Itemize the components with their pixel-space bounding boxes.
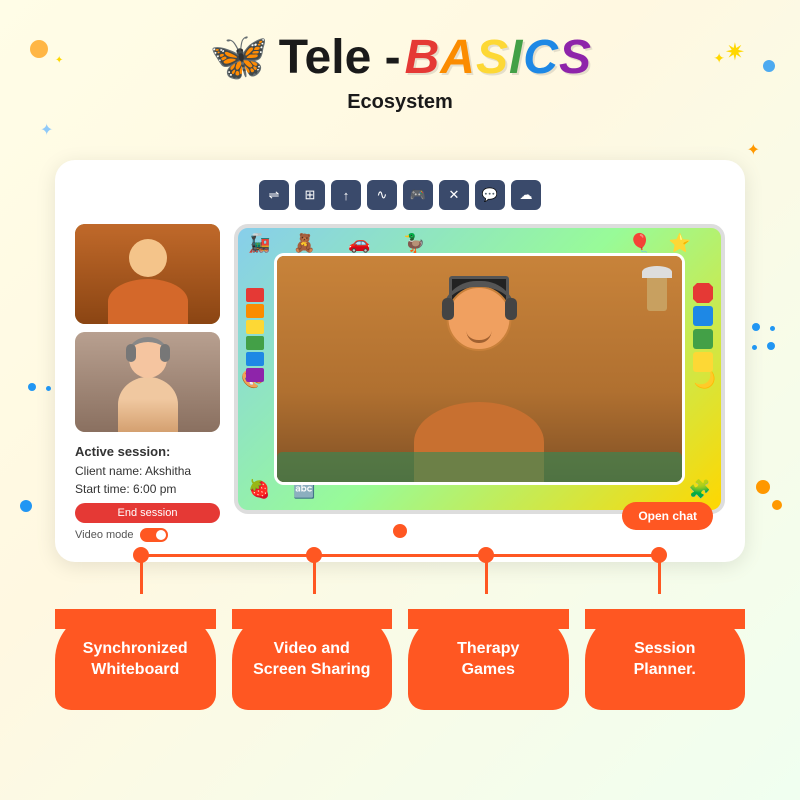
- video-mode-toggle[interactable]: [140, 528, 168, 542]
- letter-b: B: [405, 30, 440, 85]
- puzzle-pieces: [693, 283, 713, 372]
- horizontal-line: [140, 554, 660, 557]
- sun-ray-deco: ✦: [713, 50, 725, 67]
- tool-btn-chart[interactable]: ∿: [367, 180, 397, 210]
- child-thumbnail: [75, 332, 220, 432]
- feature-video[interactable]: Video andScreen Sharing: [232, 610, 393, 710]
- letter-i: I: [509, 30, 522, 85]
- active-session-label: Active session:: [75, 444, 170, 459]
- content-area: Active session: Client name: Akshitha St…: [75, 224, 725, 542]
- end-session-button[interactable]: End session: [75, 503, 220, 523]
- node-4: [651, 547, 667, 563]
- tool-btn-upload[interactable]: ↑: [331, 180, 361, 210]
- video-label: Video andScreen Sharing: [253, 639, 370, 681]
- letter-s1: S: [476, 30, 508, 85]
- toy-moon: 🌙: [694, 369, 716, 390]
- toy-balloon: 🎈: [629, 233, 651, 254]
- rainbow-blocks: [246, 288, 264, 382]
- logo-text: Tele - BASICS: [279, 30, 591, 85]
- feature-games[interactable]: TherapyGames: [408, 610, 569, 710]
- orange-dot-1: [756, 480, 770, 494]
- toy-train: 🚂: [248, 233, 270, 254]
- therapist-video-preview: [75, 224, 220, 324]
- toys-border: 🚂 🧸 🚗 🦆 ⭐ 🎈 🍓 🔤 🧩 🌙 🎨: [234, 224, 725, 514]
- planner-label: SessionPlanner.: [634, 639, 696, 681]
- toy-star: ⭐: [669, 233, 691, 254]
- blue-dots-left: [25, 380, 54, 399]
- tele-text: Tele -: [279, 30, 401, 85]
- blue-dot-left: [20, 500, 32, 512]
- vline-2: [313, 562, 316, 594]
- letter-a: A: [440, 30, 475, 85]
- tool-btn-grid[interactable]: ⊞: [295, 180, 325, 210]
- star-deco-3: ✦: [747, 140, 760, 160]
- therapist-thumbnail: [75, 224, 220, 324]
- blue-dots-cluster: [749, 320, 778, 358]
- vline-3: [485, 562, 488, 594]
- feature-whiteboard[interactable]: SynchronizedWhiteboard: [55, 610, 216, 710]
- butterfly-icon: 🦋: [209, 34, 269, 82]
- video-mode-row: Video mode: [75, 528, 220, 542]
- main-video-area: 🚂 🧸 🚗 🦆 ⭐ 🎈 🍓 🔤 🧩 🌙 🎨: [234, 224, 725, 542]
- basics-text: BASICS: [405, 30, 591, 85]
- letter-c: C: [523, 30, 558, 85]
- orange-dot-2: [772, 500, 782, 510]
- feature-planner[interactable]: SessionPlanner.: [585, 610, 746, 710]
- toy-strawberry: 🍓: [248, 479, 270, 500]
- sun-deco: ✷: [725, 38, 745, 67]
- session-info: Active session: Client name: Akshitha St…: [75, 442, 220, 498]
- tool-btn-chat[interactable]: 💬: [475, 180, 505, 210]
- logo-row: 🦋 Tele - BASICS: [209, 30, 591, 85]
- center-node: [393, 524, 407, 538]
- tool-btn-game[interactable]: 🎮: [403, 180, 433, 210]
- start-time: Start time: 6:00 pm: [75, 482, 176, 496]
- tool-btn-close[interactable]: ✕: [439, 180, 469, 210]
- toy-toy: 🧸: [293, 233, 315, 254]
- features-row: SynchronizedWhiteboard Video andScreen S…: [55, 610, 745, 710]
- tool-btn-arrows[interactable]: ⇌: [259, 180, 289, 210]
- vline-1: [140, 562, 143, 594]
- star-deco-2: ✦: [40, 120, 53, 140]
- video-mode-label: Video mode: [75, 529, 134, 541]
- toy-blocks: 🧩: [689, 479, 711, 500]
- vline-4: [658, 562, 661, 594]
- subtitle: Ecosystem: [347, 91, 453, 114]
- games-label: TherapyGames: [457, 639, 519, 681]
- client-name: Client name: Akshitha: [75, 464, 191, 478]
- main-card: ⇌ ⊞ ↑ ∿ 🎮 ✕ 💬 ☁: [55, 160, 745, 562]
- toy-duck: 🦆: [403, 233, 425, 254]
- toolbar: ⇌ ⊞ ↑ ∿ 🎮 ✕ 💬 ☁: [75, 180, 725, 210]
- whiteboard-label: SynchronizedWhiteboard: [83, 639, 188, 681]
- tool-btn-cloud[interactable]: ☁: [511, 180, 541, 210]
- therapist-main-video: [274, 253, 685, 484]
- header: 🦋 Tele - BASICS Ecosystem: [0, 0, 800, 114]
- left-panel: Active session: Client name: Akshitha St…: [75, 224, 220, 542]
- node-2: [306, 547, 322, 563]
- toy-car: 🚗: [348, 233, 370, 254]
- letter-s2: S: [559, 30, 591, 85]
- open-chat-button[interactable]: Open chat: [622, 502, 713, 530]
